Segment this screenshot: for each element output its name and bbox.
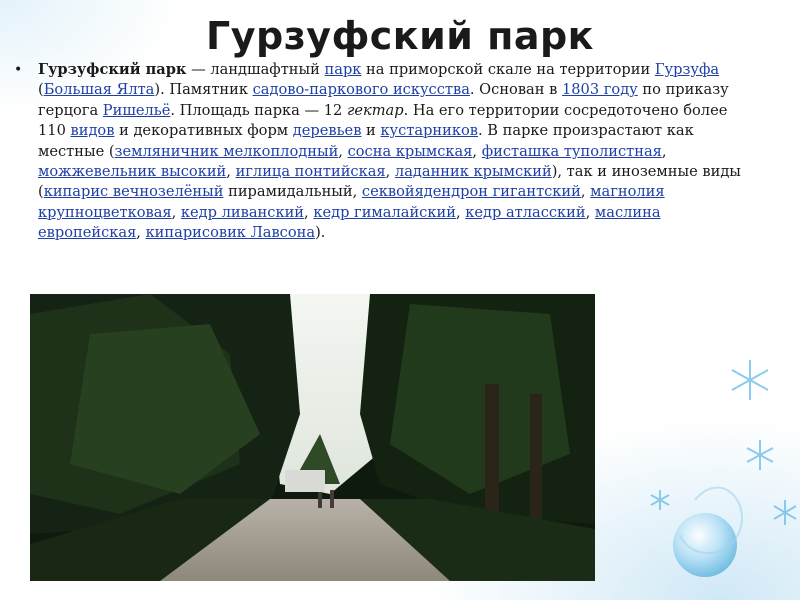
wiki-link[interactable]: Гурзуфа — [655, 61, 719, 78]
wiki-link[interactable]: кустарников — [380, 122, 478, 139]
wiki-link[interactable]: ладанник крымский — [395, 163, 552, 180]
wiki-link[interactable]: секвойядендрон гигантский — [362, 183, 581, 200]
wiki-link[interactable]: земляничник мелкоплодный — [115, 143, 339, 160]
wiki-link[interactable]: кипарис вечнозелёный — [44, 183, 224, 200]
bullet-marker: • — [14, 62, 23, 78]
snowflake-decoration — [600, 300, 800, 600]
wiki-link[interactable]: можжевельник высокий — [38, 163, 226, 180]
text-run: , — [585, 203, 595, 221]
wiki-link[interactable]: фисташка туполистная — [482, 143, 662, 160]
wiki-link[interactable]: садово-паркового искусства — [253, 81, 470, 98]
text-run: ). Памятник — [154, 81, 253, 99]
text-run: , — [385, 163, 395, 181]
park-photo — [30, 294, 595, 581]
wiki-link[interactable]: кедр ливанский — [181, 204, 304, 221]
wiki-link[interactable]: 1803 году — [562, 81, 638, 98]
text-run: и декоративных форм — [114, 122, 293, 140]
wiki-link[interactable]: кипарисовик Лавсона — [146, 224, 316, 241]
text-run: . Основан в — [469, 81, 562, 99]
text-run: , — [580, 183, 591, 201]
article-paragraph: Гурзуфский парк — ландшафтный парк на пр… — [38, 60, 756, 244]
text-run: — ландшафтный — [186, 61, 325, 78]
text-run: , — [136, 224, 146, 242]
text-run: , — [455, 203, 466, 221]
wiki-link[interactable]: парк — [325, 61, 362, 78]
text-run: на приморской скале на территории — [361, 61, 655, 78]
slide-title: Гурзуфский парк — [206, 14, 594, 58]
wiki-link[interactable]: иглица понтийская — [236, 163, 386, 180]
italic-text: гектар — [346, 101, 404, 119]
article-term: Гурзуфский парк — [38, 61, 187, 78]
wiki-link[interactable]: кедр атласский — [465, 204, 585, 221]
wiki-link[interactable]: Большая Ялта — [44, 81, 155, 98]
text-run: , — [661, 142, 667, 160]
text-run: . Площадь парка — 12 — [170, 101, 347, 119]
wiki-link[interactable]: кедр гималайский — [313, 204, 456, 221]
text-run: , — [304, 203, 314, 221]
text-run: и — [361, 122, 381, 140]
park-photo-image — [30, 294, 595, 581]
text-run: ). — [315, 224, 326, 242]
slide-content: • Гурзуфский парк — ландшафтный парк на … — [14, 60, 756, 244]
text-run: , — [171, 203, 181, 221]
wiki-link[interactable]: сосна крымская — [348, 143, 473, 160]
text-run: пирамидальный, — [223, 183, 362, 201]
text-run: , — [226, 163, 236, 181]
wiki-link[interactable]: деревьев — [293, 122, 362, 139]
text-run: , — [338, 142, 348, 160]
wiki-link[interactable]: видов — [71, 122, 115, 139]
text-run: , — [472, 142, 482, 160]
wiki-link[interactable]: Ришельё — [103, 102, 171, 119]
